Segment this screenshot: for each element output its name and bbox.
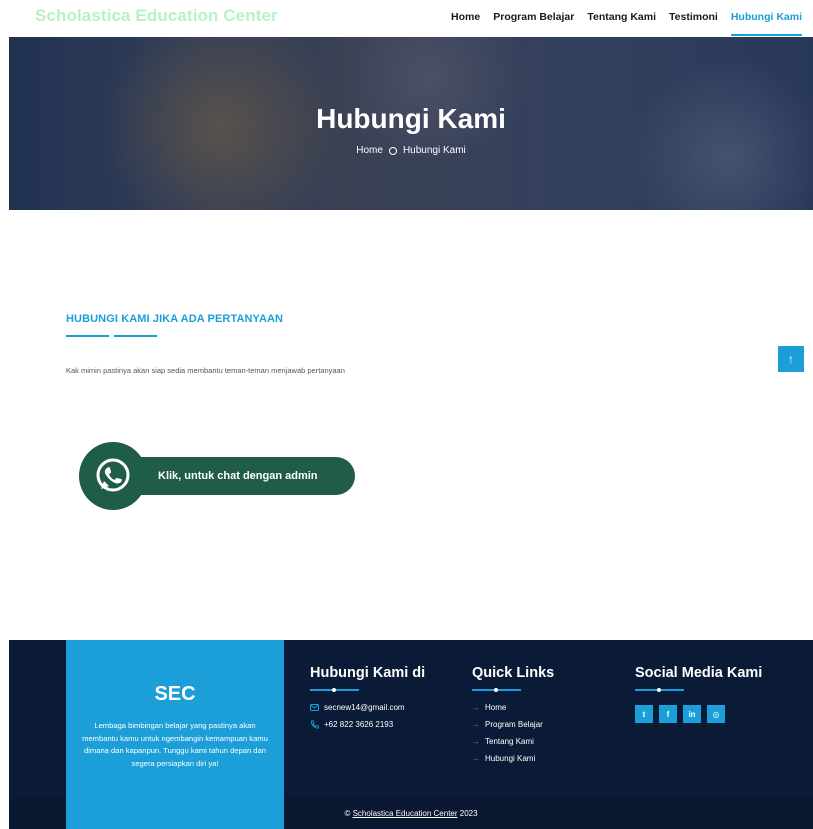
copyright-symbol: © bbox=[344, 809, 351, 818]
phone-icon bbox=[310, 720, 319, 729]
whatsapp-button-label: Klik, untuk chat dengan admin bbox=[158, 470, 318, 482]
breadcrumb: Home Hubungi Kami bbox=[9, 145, 813, 156]
footer-contact-title: Hubungi Kami di bbox=[310, 665, 426, 681]
brand-logo-text[interactable]: Scholastica Education Center bbox=[35, 6, 278, 26]
arrow-right-icon: → bbox=[472, 703, 480, 712]
social-links: t f in ◎ bbox=[635, 705, 762, 723]
footer-quick-links-column: Quick Links → Home → Program Belajar → Tent… bbox=[472, 665, 554, 764]
footer-link-tentang-kami[interactable]: → Tentang Kami bbox=[472, 736, 554, 747]
nav-tentang-kami[interactable]: Tentang Kami bbox=[587, 0, 656, 36]
footer-link-program-belajar[interactable]: → Program Belajar bbox=[472, 719, 554, 730]
instagram-icon[interactable]: ◎ bbox=[707, 705, 725, 723]
breadcrumb-home[interactable]: Home bbox=[356, 145, 383, 156]
nav-hubungi-kami[interactable]: Hubungi Kami bbox=[730, 0, 803, 36]
arrow-right-icon: → bbox=[472, 720, 480, 729]
breadcrumb-separator-icon bbox=[388, 146, 397, 155]
footer-email[interactable]: secnew14@gmail.com bbox=[310, 702, 425, 713]
footer-phone-text: +62 822 3626 2193 bbox=[324, 720, 394, 729]
scroll-to-top-button[interactable]: ↑ bbox=[778, 346, 804, 372]
sec-description: Lembaga bimbingan belajar yang pastinya … bbox=[82, 721, 268, 768]
footer-quick-links-title: Quick Links bbox=[472, 665, 555, 681]
arrow-up-icon: ↑ bbox=[788, 352, 794, 366]
footer-link-hubungi-kami[interactable]: → Hubungi Kami bbox=[472, 753, 554, 764]
footer-link-home[interactable]: → Home bbox=[472, 702, 554, 713]
site-footer: © Scholastica Education Center 2023 SEC … bbox=[9, 640, 813, 829]
footer-social-column: Social Media Kami t f in ◎ bbox=[635, 665, 762, 723]
sec-title: SEC bbox=[154, 683, 196, 705]
page-title: Hubungi Kami bbox=[316, 103, 506, 134]
footer-social-title: Social Media Kami bbox=[635, 665, 763, 681]
heading-underline bbox=[66, 335, 157, 337]
footer-title-underline bbox=[472, 688, 521, 692]
footer-link-label: Hubungi Kami bbox=[485, 754, 536, 763]
footer-link-label: Tentang Kami bbox=[485, 737, 534, 746]
top-navbar: Scholastica Education Center Home Progra… bbox=[0, 0, 813, 36]
footer-link-label: Program Belajar bbox=[485, 720, 543, 729]
arrow-right-icon: → bbox=[472, 737, 480, 746]
nav-home[interactable]: Home bbox=[451, 0, 480, 36]
footer-contact-column: Hubungi Kami di secnew14@gmail.com +62 8… bbox=[310, 665, 425, 730]
section-description: Kak mimin pastinya akan siap sedia memba… bbox=[66, 366, 345, 375]
section-heading: HUBUNGI KAMI JIKA ADA PERTANYAAN bbox=[66, 313, 284, 325]
whatsapp-chat-button[interactable]: Klik, untuk chat dengan admin bbox=[79, 442, 355, 510]
main-nav: Home Program Belajar Tentang Kami Testim… bbox=[451, 0, 803, 36]
breadcrumb-current: Hubungi Kami bbox=[402, 145, 466, 156]
hero-banner: Hubungi Kami Home Hubungi Kami bbox=[9, 37, 813, 210]
footer-title-underline bbox=[310, 688, 359, 692]
linkedin-icon[interactable]: in bbox=[683, 705, 701, 723]
copyright-link[interactable]: Scholastica Education Center bbox=[353, 809, 458, 818]
envelope-icon bbox=[310, 703, 319, 712]
footer-phone[interactable]: +62 822 3626 2193 bbox=[310, 719, 425, 730]
nav-testimoni[interactable]: Testimoni bbox=[669, 0, 718, 36]
footer-email-text: secnew14@gmail.com bbox=[324, 703, 405, 712]
footer-title-underline bbox=[635, 688, 684, 692]
twitter-icon[interactable]: t bbox=[635, 705, 653, 723]
sec-about-panel: SEC Lembaga bimbingan belajar yang pasti… bbox=[66, 640, 284, 829]
arrow-right-icon: → bbox=[472, 754, 480, 763]
footer-link-label: Home bbox=[485, 703, 507, 712]
facebook-icon[interactable]: f bbox=[659, 705, 677, 723]
whatsapp-icon bbox=[79, 442, 147, 510]
nav-program-belajar[interactable]: Program Belajar bbox=[493, 0, 574, 36]
copyright-year: 2023 bbox=[459, 809, 478, 818]
